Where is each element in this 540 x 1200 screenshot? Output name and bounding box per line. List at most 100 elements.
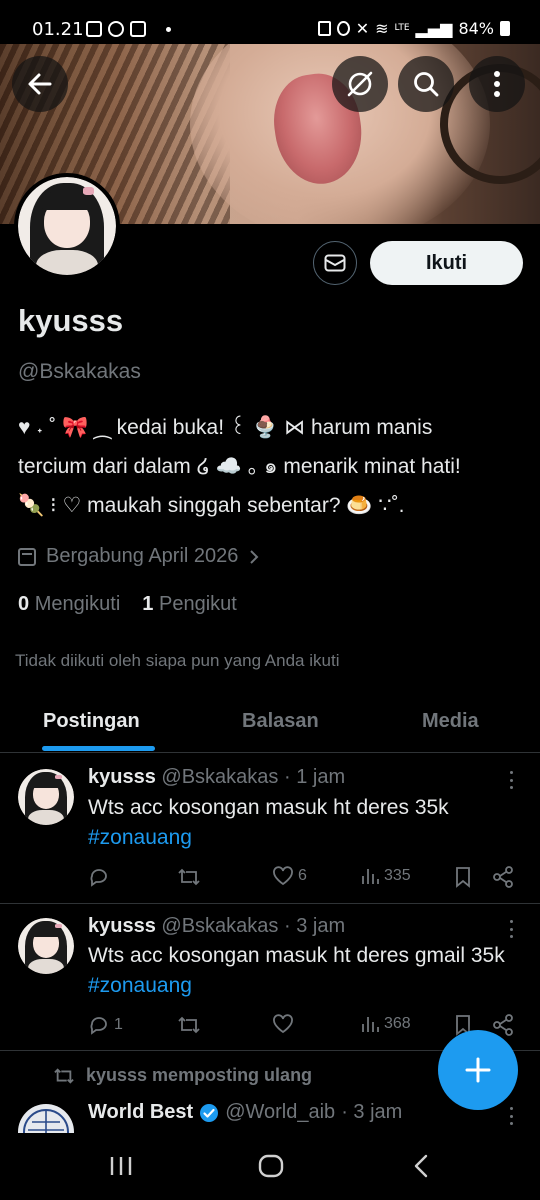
battery-level: 84% — [458, 19, 494, 38]
status-bar: 01.21 ✕ ≋ LTE ▂▄▆ 84% — [0, 0, 540, 44]
profile-avatar[interactable] — [14, 173, 120, 279]
heart-icon — [273, 866, 293, 886]
repost-label[interactable]: kyusss memposting ulang — [52, 1065, 312, 1086]
like-button[interactable] — [272, 1014, 294, 1034]
post-author-handle[interactable]: @World_aib — [225, 1101, 335, 1124]
post-author-handle[interactable]: @Bskakakas — [161, 766, 278, 788]
hide-eye-icon — [347, 71, 373, 97]
lte-icon: LTE — [394, 23, 410, 33]
calendar-icon — [18, 547, 36, 566]
views-count: 368 — [384, 1015, 411, 1032]
post-meta: kyusss @Bskakakas · 3 jam — [88, 915, 345, 938]
post-actions: 1 368 — [88, 1014, 518, 1038]
hashtag-link[interactable]: #zonauang — [88, 826, 192, 849]
post-time: · 1 jam — [283, 766, 346, 788]
post-meta: World Best @World_aib · 3 jam — [88, 1101, 402, 1124]
views-button[interactable]: 335 — [360, 866, 411, 886]
wifi-icon: ≋ — [375, 19, 389, 38]
back-button[interactable] — [12, 56, 68, 112]
following-count: 0 — [18, 593, 30, 615]
plus-icon — [465, 1057, 491, 1083]
tab-media[interactable]: Media — [422, 710, 479, 733]
system-icons: ✕ ≋ LTE ▂▄▆ 84% — [317, 19, 510, 38]
followers-link[interactable]: 1 Pengikut — [142, 593, 237, 616]
reply-button[interactable]: 1 — [88, 1014, 123, 1036]
notification-icons — [86, 21, 171, 37]
compose-post-button[interactable] — [438, 1030, 518, 1110]
following-label: Mengikuti — [34, 593, 121, 615]
profile-handle: @Bskakakas — [18, 360, 141, 383]
followers-label: Pengikut — [158, 593, 237, 615]
system-nav-bar — [0, 1133, 540, 1200]
recent-apps-icon[interactable] — [108, 1155, 134, 1177]
post-item[interactable]: kyusss @Bskakakas · 1 jam Wts acc kosong… — [0, 753, 540, 903]
post-more-button[interactable] — [510, 771, 514, 789]
home-icon[interactable] — [257, 1153, 285, 1179]
post-avatar[interactable] — [18, 1104, 74, 1133]
repost-icon — [178, 1016, 200, 1034]
wallet-icon — [130, 21, 146, 37]
post-more-button[interactable] — [510, 1107, 514, 1125]
not-followed-text: Tidak diikuti oleh siapa pun yang Anda i… — [15, 651, 340, 670]
share-icon — [493, 866, 513, 888]
repost-icon — [54, 1067, 74, 1084]
more-notifications-dot — [166, 26, 171, 32]
repost-button[interactable] — [177, 866, 201, 888]
share-button[interactable] — [492, 1014, 514, 1036]
reply-button[interactable] — [88, 866, 110, 888]
arrow-left-icon — [28, 73, 52, 95]
post-author-name[interactable]: kyusss — [88, 766, 156, 788]
post-item[interactable]: kyusss @Bskakakas · 3 jam Wts acc kosong… — [0, 904, 540, 1050]
hide-button[interactable] — [332, 56, 388, 112]
message-button[interactable] — [313, 241, 357, 285]
reply-icon — [90, 869, 107, 887]
bio-line: 🍡 ⁝ ♡ maukah singgah sebentar? 🍮 ∵˚. — [18, 494, 405, 517]
views-icon — [362, 869, 379, 884]
bio-line: tercium dari dalam ໒ ☁️ ｡ ๑ menarik mina… — [18, 455, 461, 478]
more-options-button[interactable] — [469, 56, 525, 112]
share-button[interactable] — [492, 866, 514, 888]
signal-icon: ▂▄▆ — [415, 19, 453, 38]
app-icon — [108, 21, 124, 37]
followers-count: 1 — [142, 593, 154, 615]
post-time: · 3 jam — [283, 915, 346, 937]
active-tab-indicator — [42, 746, 155, 751]
share-icon — [493, 1014, 513, 1036]
post-avatar[interactable] — [18, 769, 74, 825]
search-button[interactable] — [398, 56, 454, 112]
following-link[interactable]: 0 Mengikuti — [18, 593, 120, 616]
follow-stats: 0 Mengikuti 1 Pengikut — [18, 593, 237, 616]
mute-icon: ✕ — [355, 19, 370, 38]
bookmark-icon — [456, 867, 470, 888]
joined-text: Bergabung April 2026 — [46, 545, 239, 567]
reply-count: 1 — [114, 1016, 123, 1033]
repost-label-text: kyusss memposting ulang — [86, 1065, 313, 1085]
like-button[interactable]: 6 — [272, 866, 307, 886]
views-icon — [362, 1017, 379, 1032]
post-meta: kyusss @Bskakakas · 1 jam — [88, 766, 345, 789]
post-author-name[interactable]: kyusss — [88, 915, 156, 937]
post-author-handle[interactable]: @Bskakakas — [161, 915, 278, 937]
chevron-right-icon — [250, 549, 259, 564]
battery-icon — [500, 21, 510, 36]
alarm-icon — [336, 21, 350, 36]
status-time: 01.21 — [32, 19, 84, 40]
tab-posts[interactable]: Postingan — [43, 710, 140, 733]
more-vertical-icon — [494, 71, 500, 97]
envelope-icon — [324, 254, 346, 272]
hashtag-link[interactable]: #zonauang — [88, 974, 192, 997]
post-text: Wts acc kosongan masuk ht deres gmail 35… — [88, 944, 505, 997]
post-avatar[interactable] — [18, 918, 74, 974]
bookmark-button[interactable] — [454, 866, 472, 888]
reply-icon — [90, 1017, 107, 1035]
follow-button[interactable]: Ikuti — [370, 241, 523, 285]
post-author-name[interactable]: World Best — [88, 1101, 193, 1124]
post-time: · 3 jam — [341, 1101, 403, 1123]
back-nav-icon[interactable] — [412, 1153, 430, 1179]
battery-saver-icon — [317, 21, 331, 36]
views-button[interactable]: 368 — [360, 1014, 411, 1034]
post-more-button[interactable] — [510, 920, 514, 938]
repost-button[interactable] — [177, 1014, 201, 1036]
tab-replies[interactable]: Balasan — [242, 710, 319, 733]
joined-date[interactable]: Bergabung April 2026 — [18, 545, 260, 568]
